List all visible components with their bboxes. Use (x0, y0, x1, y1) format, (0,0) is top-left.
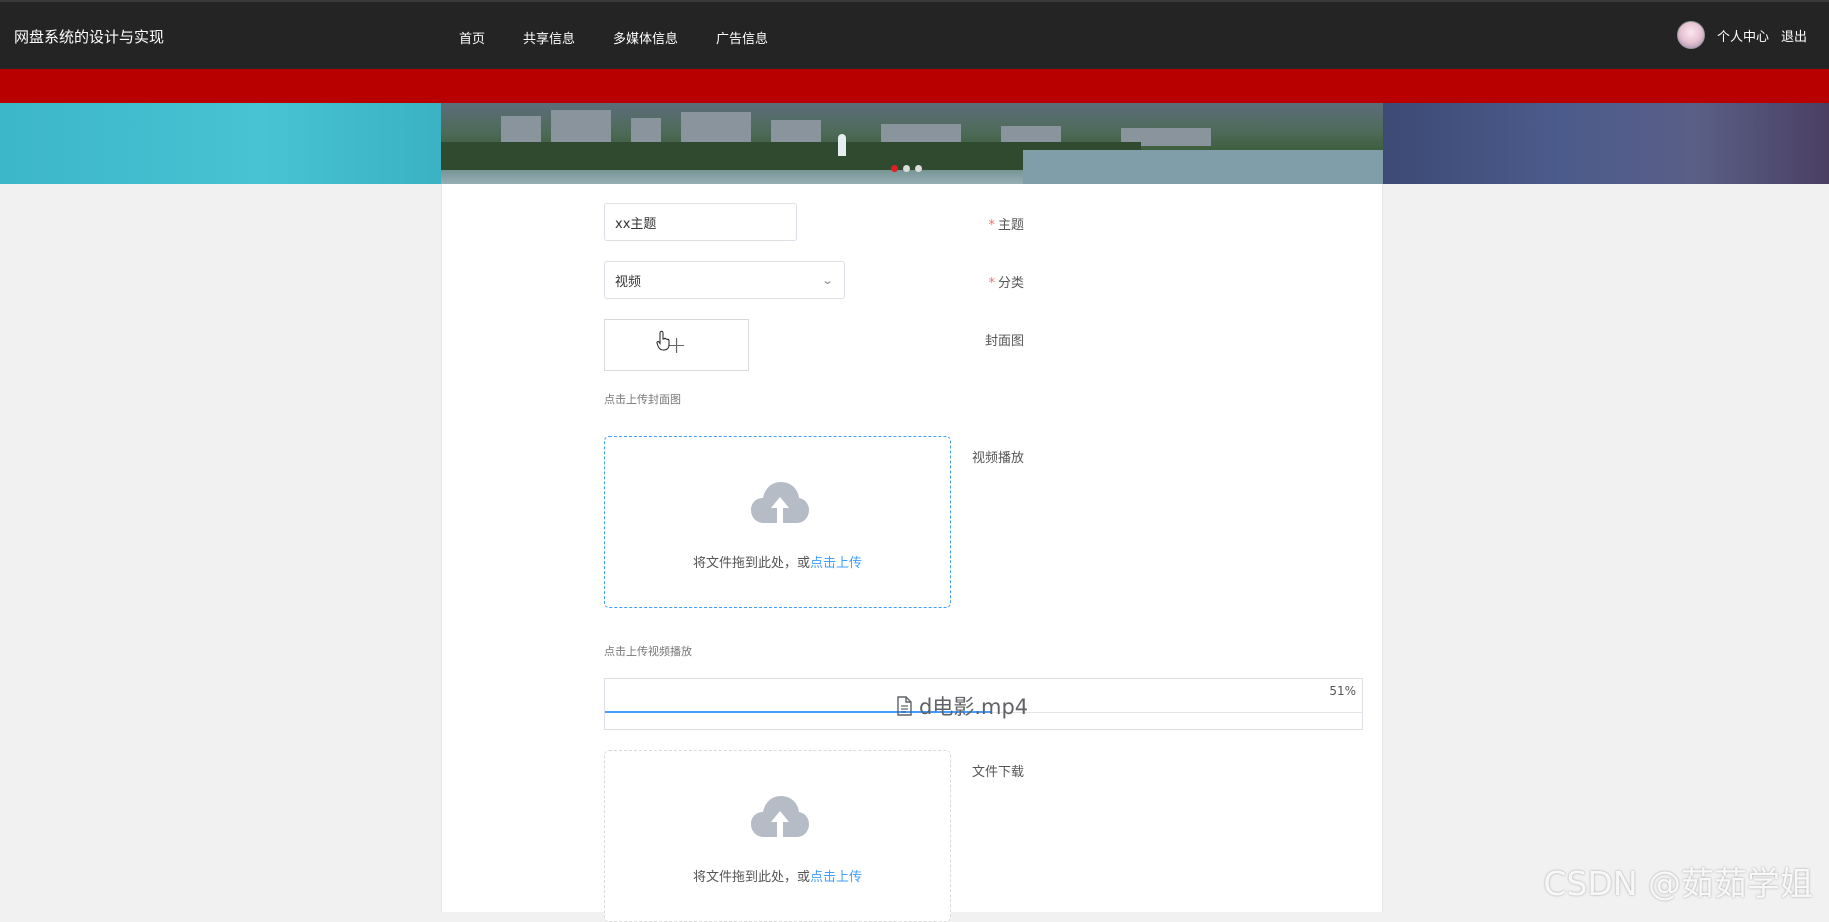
video-label: 视频播放 (971, 451, 1024, 466)
subject-input[interactable]: xx主题 (604, 203, 797, 241)
watermark: CSDN @茹茹学姐 (1543, 864, 1813, 903)
required-mark: * (988, 276, 995, 291)
banner-right-background (1383, 103, 1829, 184)
site-title: 网盘系统的设计与实现 (14, 28, 165, 46)
chevron-down-icon: ⌄ (820, 274, 834, 287)
cloud-upload-icon (751, 796, 809, 837)
top-navbar: 网盘系统的设计与实现 首页 共享信息 多媒体信息 广告信息 个人中心 退出 (0, 0, 1829, 69)
category-selected-value: 视频 (615, 274, 642, 290)
required-mark: * (988, 218, 995, 233)
cover-label: 封面图 (984, 334, 1024, 349)
cover-upload-button[interactable]: + (604, 319, 749, 371)
subject-label: * 主题 (988, 218, 1024, 233)
user-center-link[interactable]: 个人中心 (1717, 26, 1769, 45)
carousel-indicators[interactable] (891, 165, 927, 172)
download-label: 文件下载 (971, 765, 1024, 780)
download-click-upload-link[interactable]: 点击上传 (810, 870, 862, 885)
video-dropzone-text: 将文件拖到此处，或点击上传 (692, 556, 863, 571)
menu-item-home[interactable]: 首页 (459, 28, 485, 47)
download-upload-dropzone[interactable]: 将文件拖到此处，或点击上传 (604, 750, 951, 922)
upload-file-item[interactable]: d电影.mp4 51% (604, 678, 1363, 730)
download-dropzone-text: 将文件拖到此处，或点击上传 (692, 870, 863, 885)
logout-link[interactable]: 退出 (1781, 26, 1807, 45)
document-icon (897, 696, 912, 716)
user-area: 个人中心 退出 (1676, 21, 1807, 49)
avatar[interactable] (1676, 21, 1705, 49)
menu-item-shared-info[interactable]: 共享信息 (523, 28, 575, 47)
red-banner-bar (0, 69, 1829, 103)
hand-cursor-icon (656, 330, 670, 351)
upload-progress-percent: 51% (1329, 684, 1356, 698)
category-select[interactable]: 视频 ⌄ (604, 261, 845, 299)
carousel-image (441, 103, 1383, 184)
video-tip: 点击上传视频播放 (604, 645, 692, 658)
cloud-upload-icon (751, 482, 809, 523)
menu-item-ad-info[interactable]: 广告信息 (716, 28, 768, 47)
banner-left-background (0, 103, 441, 184)
main-menu: 首页 共享信息 多媒体信息 广告信息 (459, 28, 806, 47)
cover-tip: 点击上传封面图 (604, 393, 681, 406)
carousel-dot[interactable] (903, 165, 910, 172)
menu-item-multimedia-info[interactable]: 多媒体信息 (613, 28, 678, 47)
carousel-dot[interactable] (891, 165, 898, 172)
carousel-dot[interactable] (915, 165, 922, 172)
video-click-upload-link[interactable]: 点击上传 (810, 556, 862, 571)
uploaded-file-name: d电影.mp4 (895, 691, 1028, 721)
category-label: * 分类 (988, 276, 1024, 291)
video-upload-dropzone[interactable]: 将文件拖到此处，或点击上传 (604, 436, 951, 608)
